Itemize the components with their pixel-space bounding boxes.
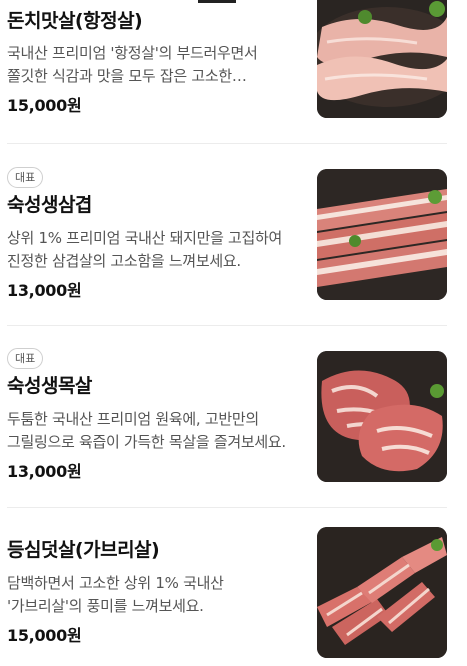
menu-item-info: 대표 숙성생삼겹 상위 1% 프리미엄 국내산 돼지만을 고집하여 진정한 삼겹… (7, 166, 299, 302)
pork-jowl-photo[interactable] (317, 0, 447, 118)
menu-item-description: 국내산 프리미엄 '항정살'의 부드러우면서 쫄깃한 식감과 맛을 모두 잡은 … (7, 44, 258, 85)
menu-item-hangjeongsal[interactable]: 돈치맛살(항정살) 국내산 프리미엄 '항정살'의 부드러우면서 쫄깃한 식감과… (0, 0, 467, 145)
menu-item-price: 13,000원 (7, 281, 82, 300)
menu-item-gabeurisal[interactable]: 등심덧살(가브리살) 담백하면서 고소한 상위 1% 국내산 '가브리살'의 풍… (0, 508, 467, 666)
menu-item-description: 담백하면서 고소한 상위 1% 국내산 '가브리살'의 풍미를 느껴보세요. (7, 574, 224, 615)
menu-item-price: 13,000원 (7, 462, 82, 481)
representative-badge: 대표 (7, 167, 44, 188)
menu-item-info: 대표 숙성생목살 두툼한 국내산 프리미엄 원육에, 고반만의 그릴링으로 육즙… (7, 347, 299, 483)
pork-rib-finger-photo[interactable] (317, 527, 447, 658)
menu-item-name: 숙성생목살 (7, 375, 92, 397)
pork-belly-photo[interactable] (317, 169, 447, 300)
menu-item-price: 15,000원 (7, 96, 82, 115)
representative-badge: 대표 (7, 348, 44, 369)
menu-item-name: 숙성생삼겹 (7, 194, 92, 216)
menu-item-price: 15,000원 (7, 626, 82, 645)
menu-item-description: 두툼한 국내산 프리미엄 원육에, 고반만의 그릴링으로 육즙이 가득한 목살을… (7, 410, 286, 451)
menu-item-name: 등심덧살(가브리살) (7, 539, 160, 561)
menu-item-info: 돈치맛살(항정살) 국내산 프리미엄 '항정살'의 부드러우면서 쫄깃한 식감과… (7, 9, 299, 117)
menu-item-name: 돈치맛살(항정살) (7, 10, 143, 32)
menu-item-info: 등심덧살(가브리살) 담백하면서 고소한 상위 1% 국내산 '가브리살'의 풍… (7, 538, 299, 647)
menu-item-description: 상위 1% 프리미엄 국내산 돼지만을 고집하여 진정한 삼겹살의 고소함을 느… (7, 229, 283, 270)
menu-item-samgyeopsal[interactable]: 대표 숙성생삼겹 상위 1% 프리미엄 국내산 돼지만을 고집하여 진정한 삼겹… (0, 144, 467, 325)
pork-neck-photo[interactable] (317, 351, 447, 482)
menu-item-moksal[interactable]: 대표 숙성생목살 두툼한 국내산 프리미엄 원육에, 고반만의 그릴링으로 육즙… (0, 326, 467, 507)
